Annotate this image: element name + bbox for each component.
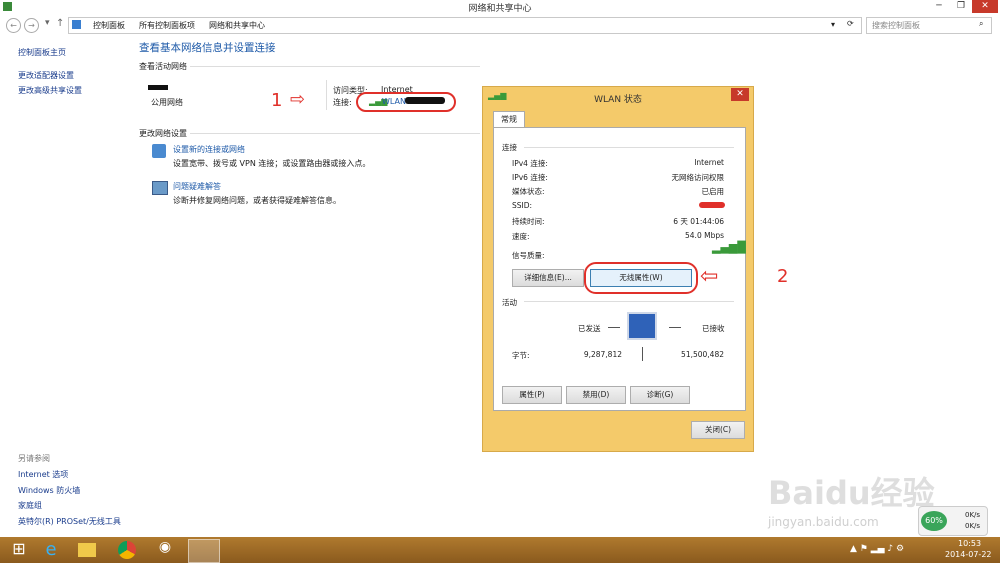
connection-label: 连接:: [333, 98, 352, 107]
clock-time[interactable]: 10:53: [958, 539, 981, 548]
dialog-close-button[interactable]: 关闭(C): [691, 421, 745, 439]
up-button[interactable]: ▾: [45, 18, 50, 28]
window-title: 网络和共享中心: [468, 4, 532, 14]
diagnose-button[interactable]: 诊断(G): [630, 386, 690, 404]
window-title-bar: 网络和共享中心 ─ ❐ ✕: [0, 0, 1000, 14]
divider: [190, 66, 480, 67]
back-button[interactable]: ←: [6, 18, 21, 33]
upload-speed: 0K/s: [965, 511, 981, 519]
redacted-ssid-value: [699, 202, 725, 208]
annotation-arrow-2: ⇦: [700, 264, 719, 289]
tray-icons[interactable]: ▲ ⚑ ▂▄ ♪ ⚙: [850, 544, 904, 554]
see-also-title: 另请参阅: [18, 454, 50, 463]
baidu-watermark: Baidu经验: [768, 474, 935, 512]
control-panel-taskbar-icon[interactable]: [188, 539, 220, 563]
taskbar: ⊞ e ◉ ▲ ⚑ ▂▄ ♪ ⚙ 10:53 2014-07-22: [0, 537, 1000, 563]
signal-bars-icon: ▂▄▆█: [712, 241, 746, 254]
setup-connection-desc: 设置宽带、拨号或 VPN 连接；或设置路由器或接入点。: [173, 159, 371, 168]
received-line: [669, 327, 681, 328]
speed-label: 速度:: [512, 232, 530, 241]
annotation-oval-2: [584, 262, 698, 294]
left-link-home[interactable]: 控制面板主页: [18, 47, 66, 58]
bytes-divider: [642, 347, 643, 361]
close-button[interactable]: ✕: [972, 0, 998, 13]
received-bytes: 51,500,482: [681, 350, 724, 359]
speed-value: 54.0 Mbps: [685, 231, 724, 240]
annotation-number-1: 1: [271, 90, 283, 111]
page-title: 查看基本网络信息并设置连接: [139, 42, 276, 54]
divider: [524, 147, 734, 148]
dialog-close-icon[interactable]: ✕: [731, 88, 749, 101]
troubleshoot-link[interactable]: 问题疑难解答: [173, 181, 221, 192]
ie-icon[interactable]: e: [36, 539, 66, 561]
activity-section-title: 活动: [502, 298, 517, 307]
annotation-number-2: 2: [777, 266, 789, 287]
network-computers-icon: [627, 312, 657, 340]
tab-general[interactable]: 常规: [493, 111, 525, 128]
divider: [524, 301, 734, 302]
troubleshoot-icon: [152, 181, 168, 195]
redacted-network-name: [148, 85, 168, 90]
search-icon[interactable]: ⌕: [979, 19, 983, 29]
signal-quality-label: 信号质量:: [512, 251, 545, 260]
active-networks-heading: 查看活动网络: [139, 62, 187, 71]
ipv4-value: Internet: [694, 158, 724, 167]
start-button[interactable]: ⊞: [4, 539, 34, 561]
sent-bytes: 9,287,812: [583, 350, 622, 359]
chrome-icon[interactable]: [112, 539, 142, 561]
left-link-adapter[interactable]: 更改适配器设置: [18, 70, 74, 81]
media-state-label: 媒体状态:: [512, 187, 545, 196]
dropdown-icon[interactable]: ▾: [831, 20, 835, 29]
control-panel-icon: [72, 20, 81, 29]
annotation-oval-1: [356, 92, 456, 112]
divider: [190, 133, 480, 134]
received-label: 已接收: [702, 324, 725, 333]
minimize-button[interactable]: ─: [928, 0, 950, 13]
see-also-proset[interactable]: 英特尔(R) PROSet/无线工具: [18, 516, 121, 527]
file-explorer-icon[interactable]: [72, 539, 102, 561]
restore-button[interactable]: ❐: [950, 0, 972, 13]
media-state-value: 已启用: [701, 187, 725, 196]
search-placeholder: 搜索控制面板: [872, 21, 920, 30]
dialog-title: WLAN 状态: [594, 95, 642, 105]
network-setup-icon: [152, 144, 166, 158]
refresh-icon[interactable]: ⟳: [847, 19, 854, 28]
setup-connection-link[interactable]: 设置新的连接或网络: [173, 144, 245, 155]
annotation-arrow-1: ⇨: [290, 89, 306, 110]
see-also-internet-options[interactable]: Internet 选项: [18, 469, 68, 480]
ipv6-value: 无网络访问权限: [671, 173, 725, 182]
troubleshoot-desc: 诊断并修复网络问题，或者获得疑难解答信息。: [173, 196, 341, 205]
ipv6-label: IPv6 连接:: [512, 173, 548, 182]
sent-line: [608, 327, 620, 328]
breadcrumb-all-items[interactable]: 所有控制面板项: [139, 20, 195, 31]
address-bar[interactable]: 控制面板 所有控制面板项 网络和共享中心 ▾ ⟳: [68, 17, 862, 34]
speed-widget-percent: 60%: [921, 511, 947, 531]
watermark-url: jingyan.baidu.com: [768, 515, 879, 529]
forward-button[interactable]: →: [24, 18, 39, 33]
left-link-sharing[interactable]: 更改高级共享设置: [18, 85, 82, 96]
change-settings-heading: 更改网络设置: [139, 129, 187, 138]
see-also-firewall[interactable]: Windows 防火墙: [18, 485, 80, 496]
connection-section-title: 连接: [502, 143, 517, 152]
properties-button[interactable]: 属性(P): [502, 386, 562, 404]
app-icon[interactable]: ◉: [150, 539, 180, 561]
breadcrumb-control-panel[interactable]: 控制面板: [93, 20, 125, 31]
duration-value: 6 天 01:44:06: [673, 217, 724, 226]
sent-label: 已发送: [578, 324, 601, 333]
breadcrumb-network-center[interactable]: 网络和共享中心: [209, 20, 265, 31]
details-button[interactable]: 详细信息(E)...: [512, 269, 584, 287]
network-type: 公用网络: [151, 98, 183, 107]
clock-date[interactable]: 2014-07-22: [945, 550, 992, 559]
ipv4-label: IPv4 连接:: [512, 159, 548, 168]
vertical-divider: [326, 80, 327, 110]
up-arrow-icon[interactable]: ↑: [56, 18, 64, 29]
speed-widget: 60% 0K/s 0K/s: [918, 506, 988, 536]
download-speed: 0K/s: [965, 522, 981, 530]
ssid-label: SSID:: [512, 201, 533, 210]
search-input[interactable]: 搜索控制面板 ⌕: [866, 17, 992, 34]
disable-button[interactable]: 禁用(D): [566, 386, 626, 404]
bytes-label: 字节:: [512, 351, 530, 360]
see-also-homegroup[interactable]: 家庭组: [18, 500, 42, 511]
duration-label: 持续时间:: [512, 217, 545, 226]
